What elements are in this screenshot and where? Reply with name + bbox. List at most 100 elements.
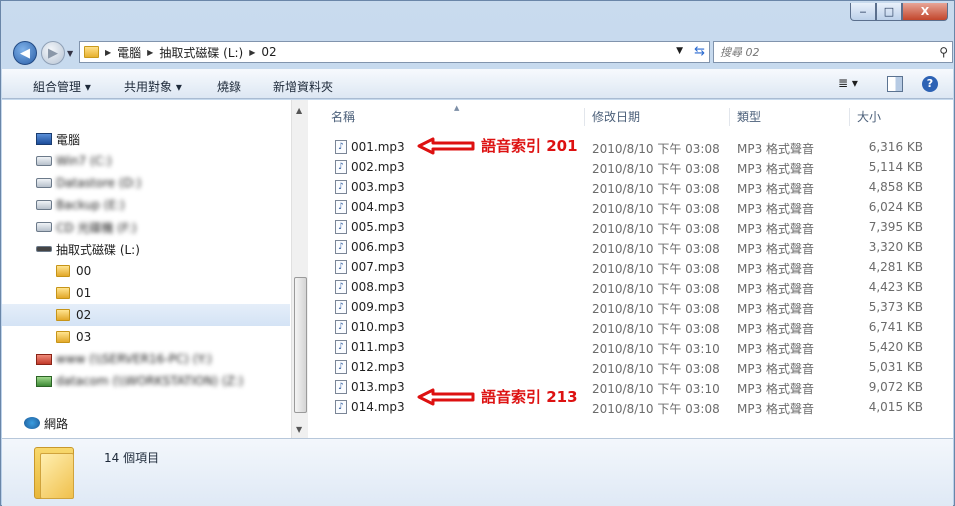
nav-item-network[interactable]: 網路: [2, 412, 290, 434]
folder-icon: [56, 309, 70, 321]
nav-item-folder-00[interactable]: 00: [2, 260, 290, 282]
file-name: 003.mp3: [351, 180, 405, 194]
preview-pane-icon[interactable]: [887, 76, 903, 92]
share-with-button[interactable]: 共用對象 ▾: [124, 78, 182, 95]
search-icon[interactable]: ⚲: [939, 45, 948, 59]
title-bar: ‒ □ X: [1, 1, 954, 37]
refresh-icon[interactable]: ⇆: [694, 44, 705, 59]
command-bar: 組合管理 ▾ 共用對象 ▾ 燒錄 新增資料夾 ≣ ▾ ?: [2, 69, 953, 99]
audio-file-icon: ♪: [335, 320, 347, 334]
file-row[interactable]: ♪ 014.mp3 2010/8/10 下午 03:08 MP3 格式聲音 4,015 …: [309, 397, 953, 417]
nav-item-network-drive-z[interactable]: datacom (\\WORKSTATION) (Z:): [2, 370, 290, 392]
nav-item-label: CD 光碟機 (F:): [56, 220, 137, 235]
file-name: 005.mp3: [351, 220, 405, 234]
file-row[interactable]: ♪ 006.mp3 2010/8/10 下午 03:08 MP3 格式聲音 3,320 …: [309, 237, 953, 257]
nav-item-network-drive-y[interactable]: www (\\SERVER16-PC) (Y:): [2, 348, 290, 370]
file-date: 2010/8/10 下午 03:08: [592, 322, 720, 336]
cd-drive-icon: [36, 222, 52, 232]
nav-item-label: datacom (\\WORKSTATION) (Z:): [56, 374, 244, 388]
help-icon[interactable]: ?: [922, 76, 938, 92]
navigation-scrollbar[interactable]: ▲ ▼: [291, 100, 308, 438]
sort-ascending-icon: ▲: [454, 104, 460, 112]
scroll-up-icon[interactable]: ▲: [296, 106, 302, 115]
burn-button[interactable]: 燒錄: [217, 78, 241, 95]
nav-item-drive-l[interactable]: 抽取式磁碟 (L:): [2, 238, 290, 260]
search-input[interactable]: [720, 45, 920, 59]
annotation-201: 語音索引 201: [417, 135, 578, 156]
nav-item-drive-c[interactable]: Win7 (C:): [2, 150, 290, 172]
audio-file-icon: ♪: [335, 340, 347, 354]
maximize-button[interactable]: □: [876, 3, 902, 21]
scrollbar-thumb[interactable]: [294, 277, 307, 413]
column-header-date[interactable]: 修改日期: [592, 108, 640, 125]
breadcrumb-separator-icon[interactable]: ▶: [147, 48, 153, 57]
nav-item-drive-d[interactable]: Datastore (D:): [2, 172, 290, 194]
column-header-size[interactable]: 大小: [857, 108, 881, 125]
nav-item-drive-f[interactable]: CD 光碟機 (F:): [2, 216, 290, 238]
file-date: 2010/8/10 下午 03:08: [592, 362, 720, 376]
file-row[interactable]: ♪ 008.mp3 2010/8/10 下午 03:08 MP3 格式聲音 4,423 …: [309, 277, 953, 297]
file-date: 2010/8/10 下午 03:08: [592, 142, 720, 156]
file-row[interactable]: ♪ 012.mp3 2010/8/10 下午 03:08 MP3 格式聲音 5,031 …: [309, 357, 953, 377]
breadcrumb-computer[interactable]: 電腦: [117, 44, 141, 61]
nav-item-label: www (\\SERVER16-PC) (Y:): [56, 352, 212, 366]
file-date: 2010/8/10 下午 03:08: [592, 202, 720, 216]
file-type: MP3 格式聲音: [737, 222, 815, 236]
column-header-name[interactable]: 名稱: [331, 108, 355, 125]
nav-item-folder-03[interactable]: 03: [2, 326, 290, 348]
file-row[interactable]: ♪ 002.mp3 2010/8/10 下午 03:08 MP3 格式聲音 5,114 …: [309, 157, 953, 177]
column-divider[interactable]: [729, 108, 730, 126]
breadcrumb-separator-icon[interactable]: ▶: [249, 48, 255, 57]
address-dropdown-icon[interactable]: ▼: [676, 46, 683, 56]
file-list: ▲ 名稱 修改日期 類型 大小 ♪ 001.mp3 2010/8/10 下午 03:…: [309, 100, 953, 438]
file-row[interactable]: ♪ 013.mp3 2010/8/10 下午 03:10 MP3 格式聲音 9,072 …: [309, 377, 953, 397]
address-bar[interactable]: ▶ 電腦 ▶ 抽取式磁碟 (L:) ▶ 02 ▼ ⇆: [79, 41, 710, 63]
file-date: 2010/8/10 下午 03:08: [592, 402, 720, 416]
column-divider[interactable]: [584, 108, 585, 126]
file-type: MP3 格式聲音: [737, 182, 815, 196]
audio-file-icon: ♪: [335, 140, 347, 154]
computer-icon: [36, 133, 52, 145]
audio-file-icon: ♪: [335, 180, 347, 194]
breadcrumb-folder[interactable]: 02: [261, 45, 276, 59]
close-button[interactable]: X: [902, 3, 948, 21]
file-row[interactable]: ♪ 011.mp3 2010/8/10 下午 03:10 MP3 格式聲音 5,420 …: [309, 337, 953, 357]
main-content: 電腦 Win7 (C:) Datastore (D:) Backup (E:) …: [2, 100, 953, 438]
file-row[interactable]: ♪ 005.mp3 2010/8/10 下午 03:08 MP3 格式聲音 7,395 …: [309, 217, 953, 237]
minimize-button[interactable]: ‒: [850, 3, 876, 21]
explorer-window: ‒ □ X ◀ ▶ ▼ ▶ 電腦 ▶ 抽取式磁碟 (L:) ▶ 02 ▼ ⇆ ⚲…: [0, 0, 955, 506]
file-row[interactable]: ♪ 010.mp3 2010/8/10 下午 03:08 MP3 格式聲音 6,741 …: [309, 317, 953, 337]
folder-icon: [56, 287, 70, 299]
nav-item-folder-02[interactable]: 02: [2, 304, 290, 326]
file-row[interactable]: ♪ 001.mp3 2010/8/10 下午 03:08 MP3 格式聲音 6,316 …: [309, 137, 953, 157]
nav-item-computer[interactable]: 電腦: [2, 128, 290, 150]
forward-button[interactable]: ▶: [41, 41, 65, 65]
file-type: MP3 格式聲音: [737, 382, 815, 396]
breadcrumb-separator-icon[interactable]: ▶: [105, 48, 111, 57]
file-type: MP3 格式聲音: [737, 162, 815, 176]
file-row[interactable]: ♪ 007.mp3 2010/8/10 下午 03:08 MP3 格式聲音 4,281 …: [309, 257, 953, 277]
file-date: 2010/8/10 下午 03:10: [592, 342, 720, 356]
column-divider[interactable]: [849, 108, 850, 126]
back-button[interactable]: ◀: [13, 41, 37, 65]
view-options-icon[interactable]: ≣ ▾: [838, 76, 858, 90]
file-row[interactable]: ♪ 004.mp3 2010/8/10 下午 03:08 MP3 格式聲音 6,024 …: [309, 197, 953, 217]
nav-item-label: Win7 (C:): [56, 154, 112, 168]
file-name: 006.mp3: [351, 240, 405, 254]
scroll-down-icon[interactable]: ▼: [296, 425, 302, 434]
breadcrumb-drive[interactable]: 抽取式磁碟 (L:): [159, 44, 243, 61]
nav-item-drive-e[interactable]: Backup (E:): [2, 194, 290, 216]
column-header-type[interactable]: 類型: [737, 108, 761, 125]
file-row[interactable]: ♪ 003.mp3 2010/8/10 下午 03:08 MP3 格式聲音 4,858 …: [309, 177, 953, 197]
recent-pages-dropdown-icon[interactable]: ▼: [67, 49, 73, 58]
nav-item-label: 03: [76, 330, 92, 344]
new-folder-button[interactable]: 新增資料夾: [273, 78, 333, 95]
organize-button[interactable]: 組合管理 ▾: [33, 78, 91, 95]
audio-file-icon: ♪: [335, 260, 347, 274]
file-name: 013.mp3: [351, 380, 405, 394]
search-box[interactable]: ⚲: [713, 41, 953, 63]
file-row[interactable]: ♪ 009.mp3 2010/8/10 下午 03:08 MP3 格式聲音 5,373 …: [309, 297, 953, 317]
nav-item-folder-01[interactable]: 01: [2, 282, 290, 304]
file-size: 4,858 KB: [868, 180, 923, 194]
network-icon: [24, 417, 40, 429]
